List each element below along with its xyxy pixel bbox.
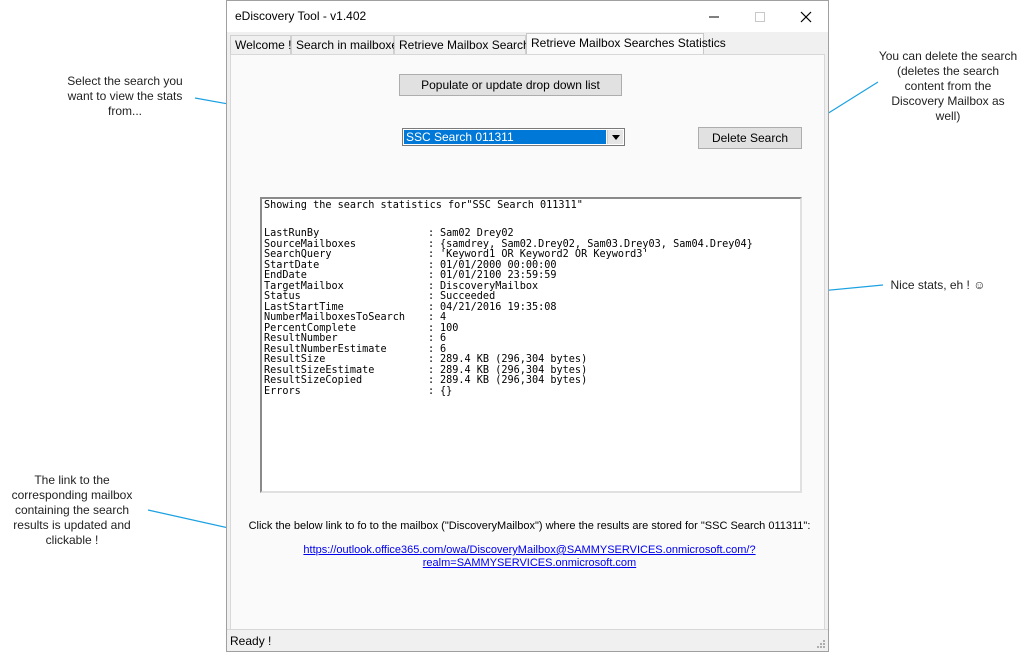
- stats-output: Showing the search statistics for"SSC Se…: [260, 197, 802, 493]
- stats-value: 4: [440, 312, 447, 323]
- stats-separator: :: [428, 249, 435, 260]
- status-bar: Ready !: [227, 629, 828, 651]
- chevron-down-icon[interactable]: [607, 130, 623, 144]
- stats-key: ResultNumber: [264, 333, 338, 344]
- status-text: Ready !: [230, 634, 272, 648]
- stats-value: {}: [440, 385, 453, 397]
- window-title: eDiscovery Tool - v1.402: [235, 9, 367, 23]
- stats-value: 6: [440, 333, 447, 344]
- statistics-panel: Populate or update drop down list SSC Se…: [230, 54, 825, 630]
- tab-retrieve-mailbox-searches[interactable]: Retrieve Mailbox Searches: [394, 35, 542, 54]
- mailbox-link-line1[interactable]: https://outlook.office365.com/owa/Discov…: [231, 544, 828, 557]
- title-bar: eDiscovery Tool - v1.402: [227, 1, 828, 32]
- stats-key: SearchQuery: [264, 249, 332, 260]
- close-button[interactable]: [783, 1, 829, 32]
- delete-search-button[interactable]: Delete Search: [698, 127, 802, 149]
- stats-key: Status: [264, 291, 301, 302]
- stats-value: Sam02 Drey02: [440, 228, 514, 239]
- minimize-button[interactable]: [691, 1, 737, 32]
- minimize-icon: [709, 16, 719, 17]
- stats-value: 01/01/2100 23:59:59: [440, 270, 557, 281]
- stats-heading: Showing the search statistics for"SSC Se…: [264, 200, 583, 211]
- stats-key: ResultSizeCopied: [264, 375, 363, 386]
- stats-value: 289.4 KB (296,304 bytes): [440, 375, 588, 386]
- stats-separator: :: [428, 354, 435, 365]
- maximize-icon: [755, 11, 765, 22]
- stats-key: Errors: [264, 385, 301, 397]
- stats-key: ResultSize: [264, 354, 326, 365]
- mailbox-link-line2[interactable]: realm=SAMMYSERVICES.onmicrosoft.com: [231, 557, 828, 570]
- stats-key: LastRunBy: [264, 228, 320, 239]
- stats-key: EndDate: [264, 270, 307, 281]
- stats-value: 'Keyword1 OR Keyword2 OR Keyword3': [440, 249, 649, 260]
- stats-separator: :: [428, 228, 435, 239]
- resize-grip-icon[interactable]: [816, 639, 826, 649]
- stats-separator: :: [428, 385, 435, 397]
- search-select-value: SSC Search 011311: [404, 130, 606, 144]
- stats-value: 04/21/2016 19:35:08: [440, 301, 557, 313]
- stats-value: Succeeded: [440, 291, 496, 302]
- close-icon: [800, 11, 812, 22]
- stats-separator: :: [428, 270, 435, 281]
- stats-separator: :: [428, 291, 435, 302]
- stats-value: 289.4 KB (296,304 bytes): [440, 354, 588, 365]
- stats-key: NumberMailboxesToSearch: [264, 312, 406, 323]
- tab-welcome[interactable]: Welcome !: [230, 35, 291, 54]
- tab-strip: Welcome ! Search in mailboxes Retrieve M…: [230, 33, 825, 55]
- stats-separator: :: [428, 333, 435, 344]
- mailbox-link[interactable]: https://outlook.office365.com/owa/Discov…: [231, 544, 828, 570]
- app-window: eDiscovery Tool - v1.402 Welcome ! Searc…: [226, 0, 829, 652]
- mailbox-link-intro: Click the below link to fo to the mailbo…: [248, 520, 811, 532]
- stats-separator: :: [428, 312, 435, 323]
- tab-retrieve-mailbox-searches-statistics[interactable]: Retrieve Mailbox Searches Statistics: [526, 33, 726, 55]
- search-select[interactable]: SSC Search 011311: [402, 128, 625, 146]
- populate-button[interactable]: Populate or update drop down list: [399, 74, 622, 96]
- maximize-button[interactable]: [737, 1, 783, 32]
- tab-search-in-mailboxes[interactable]: Search in mailboxes: [291, 35, 404, 54]
- stats-separator: :: [428, 375, 435, 386]
